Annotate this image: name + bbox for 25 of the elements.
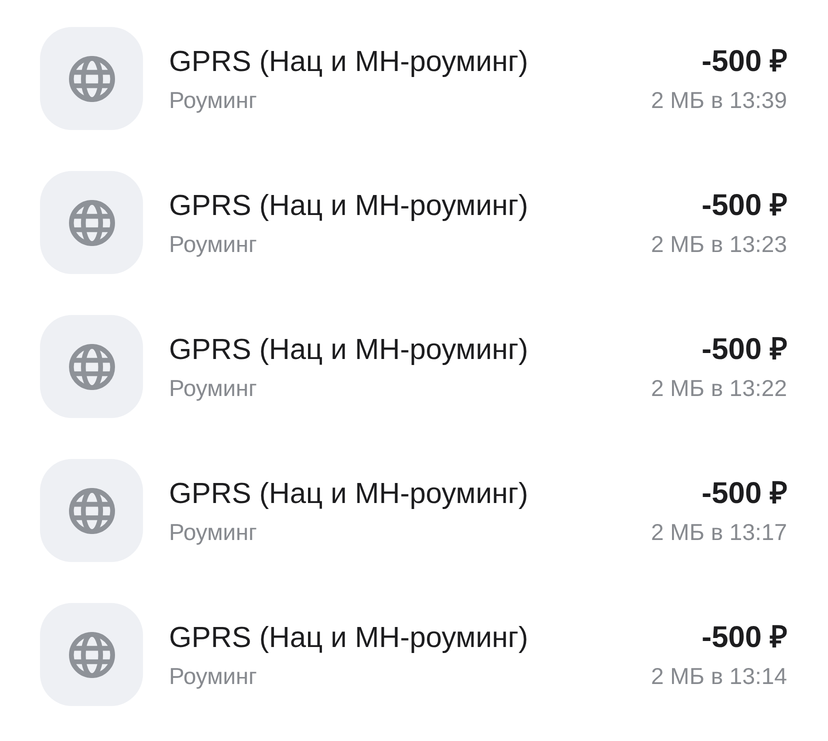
transaction-title: GPRS (Нац и МН-роуминг) — [169, 476, 530, 510]
transaction-category: Роуминг — [169, 518, 258, 546]
transaction-title: GPRS (Нац и МН-роуминг) — [169, 332, 530, 366]
transaction-amount: -500 ₽ — [702, 476, 787, 510]
transaction-amount: -500 ₽ — [702, 44, 787, 78]
transaction-category: Роуминг — [169, 662, 258, 690]
globe-icon — [68, 200, 114, 246]
globe-icon — [68, 344, 114, 390]
transaction-category: Роуминг — [169, 230, 258, 258]
globe-icon — [68, 488, 114, 534]
transaction-detail: 2 МБ в 13:39 — [651, 86, 787, 114]
globe-icon — [68, 632, 114, 678]
transaction-amount: -500 ₽ — [702, 188, 787, 222]
transaction-title: GPRS (Нац и МН-роуминг) — [169, 188, 530, 222]
transaction-amount: -500 ₽ — [702, 620, 787, 654]
transaction-title: GPRS (Нац и МН-роуминг) — [169, 620, 530, 654]
transaction-detail: 2 МБ в 13:17 — [651, 518, 787, 546]
transaction-detail: 2 МБ в 13:14 — [651, 662, 787, 690]
transaction-detail: 2 МБ в 13:22 — [651, 374, 787, 402]
globe-icon — [68, 56, 114, 102]
transaction-title: GPRS (Нац и МН-роуминг) — [169, 44, 530, 78]
transaction-category: Роуминг — [169, 374, 258, 402]
transaction-category: Роуминг — [169, 86, 258, 114]
transaction-amount: -500 ₽ — [702, 332, 787, 366]
transaction-detail: 2 МБ в 13:23 — [651, 230, 787, 258]
